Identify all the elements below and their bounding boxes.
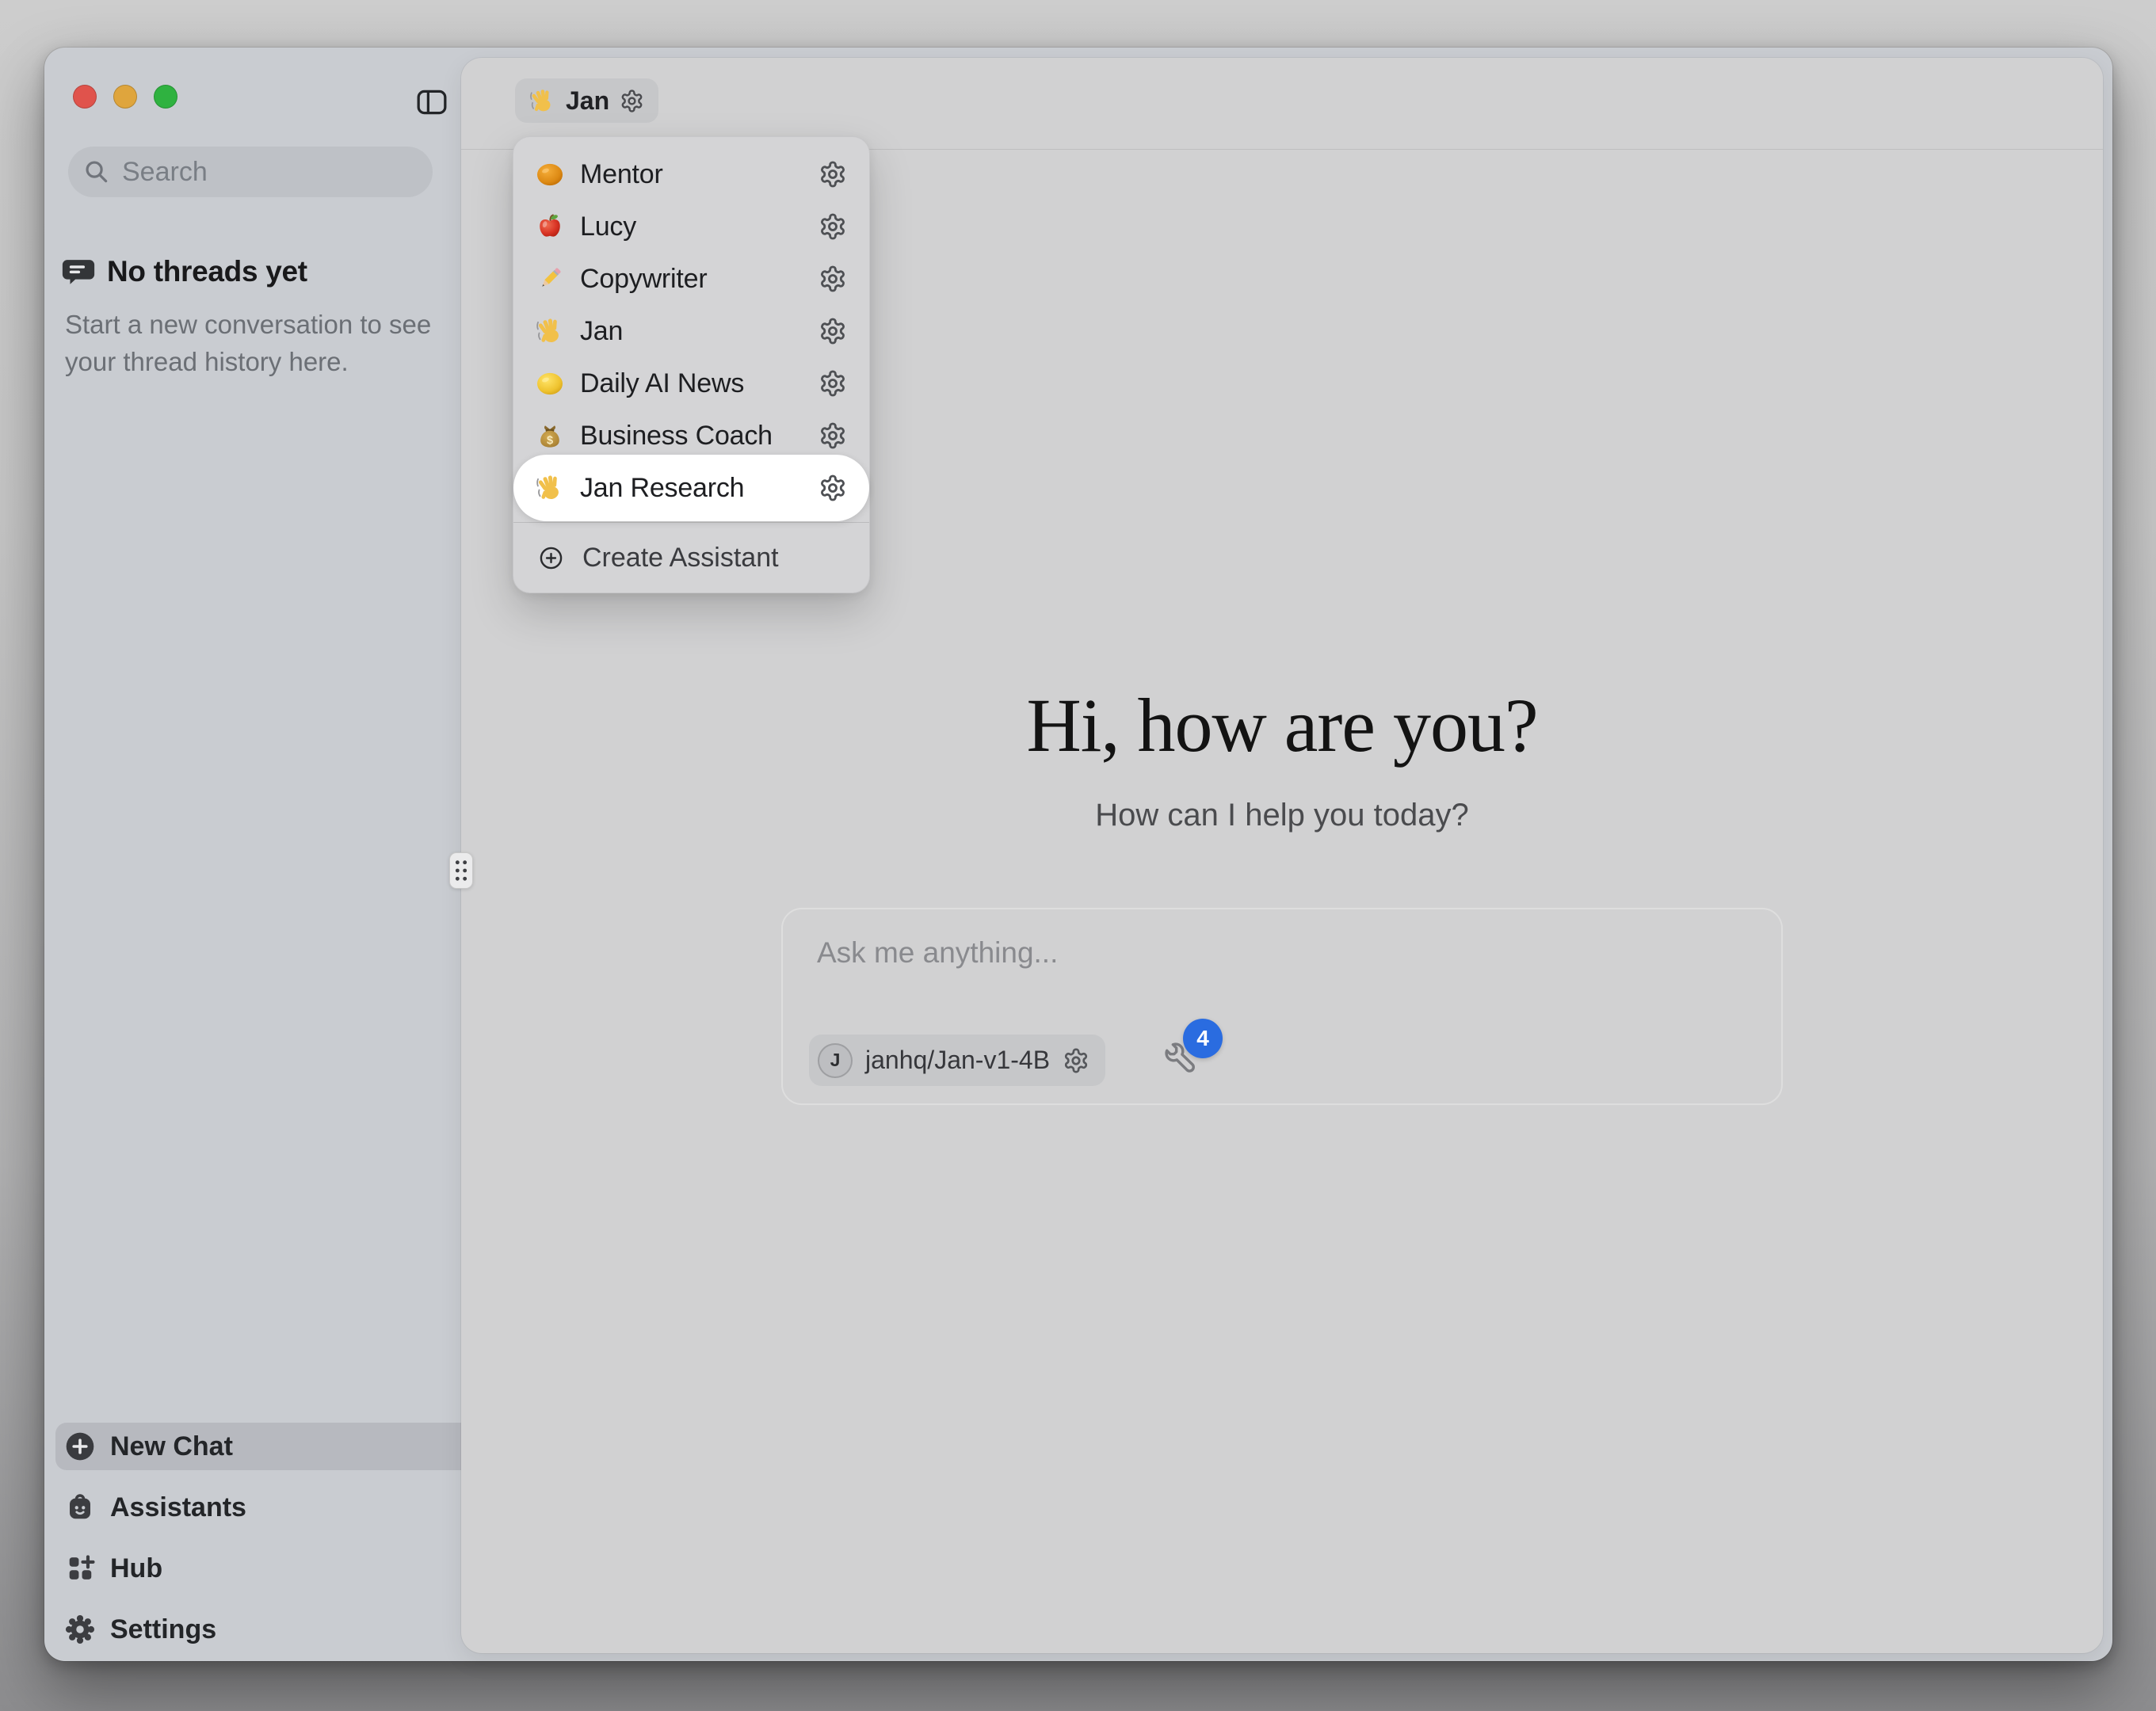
- sidebar-item-label: Assistants: [110, 1492, 246, 1523]
- pencil-icon: [536, 265, 564, 293]
- message-composer[interactable]: J janhq/Jan-v1-4B 4: [781, 908, 1783, 1105]
- gear-icon[interactable]: [819, 160, 847, 189]
- menu-item-label: Daily AI News: [580, 368, 803, 399]
- empty-state: No threads yet Start a new conversation …: [62, 255, 436, 380]
- message-input[interactable]: [815, 935, 1749, 1008]
- tools-count-badge: 4: [1183, 1019, 1223, 1058]
- waving-hand-icon: [536, 317, 564, 345]
- model-name: janhq/Jan-v1-4B: [865, 1046, 1050, 1075]
- search-icon: [84, 159, 109, 185]
- assistant-name: Jan: [566, 86, 609, 116]
- create-assistant-button[interactable]: Create Assistant: [513, 523, 869, 593]
- assistants-dropdown-menu: Mentor Lucy Copywriter Jan: [513, 136, 870, 593]
- main-panel: Jan Mentor Lucy Copywriter: [461, 58, 2103, 1653]
- assistant-settings-gear-icon[interactable]: [620, 89, 644, 113]
- yellow-circle-icon: [536, 369, 564, 398]
- money-bag-icon: [536, 421, 564, 450]
- model-selector-button[interactable]: J janhq/Jan-v1-4B: [809, 1035, 1105, 1086]
- gear-icon[interactable]: [819, 474, 847, 502]
- gear-icon[interactable]: [819, 317, 847, 345]
- assistant-selector-button[interactable]: Jan: [515, 78, 658, 123]
- assistant-menu-item-daily-ai-news[interactable]: Daily AI News: [513, 357, 869, 410]
- settings-gear-icon: [65, 1614, 95, 1644]
- assistant-menu-item-mentor[interactable]: Mentor: [513, 148, 869, 200]
- tools-button[interactable]: 4: [1162, 1019, 1227, 1084]
- plus-circle-icon: [65, 1431, 95, 1461]
- close-button[interactable]: [73, 85, 97, 109]
- menu-item-label: Copywriter: [580, 264, 803, 295]
- desktop-background: No threads yet Start a new conversation …: [0, 0, 2156, 1711]
- sidebar-item-label: New Chat: [110, 1431, 233, 1462]
- assistant-menu-item-jan-research-selected[interactable]: Jan Research: [513, 455, 869, 521]
- menu-item-label: Mentor: [580, 159, 803, 190]
- create-assistant-label: Create Assistant: [582, 543, 779, 574]
- red-apple-icon: [536, 212, 564, 241]
- search-input[interactable]: [120, 156, 425, 189]
- waving-hand-icon: [529, 88, 555, 114]
- menu-item-label: Jan: [580, 316, 803, 347]
- model-avatar: J: [818, 1043, 853, 1078]
- greeting-title: Hi, how are you?: [1026, 688, 1537, 764]
- search-bar[interactable]: [68, 147, 433, 197]
- waving-hand-icon: [536, 474, 564, 502]
- grip-dots-icon: [450, 853, 472, 888]
- hub-grid-icon: [65, 1553, 95, 1583]
- sidebar-item-label: Settings: [110, 1614, 216, 1645]
- plus-circle-outline-icon: [539, 546, 563, 570]
- empty-state-title: No threads yet: [107, 255, 307, 288]
- greeting-subtitle: How can I help you today?: [1095, 797, 1468, 833]
- assistant-menu-item-copywriter[interactable]: Copywriter: [513, 253, 869, 305]
- minimize-button[interactable]: [113, 85, 137, 109]
- app-window: No threads yet Start a new conversation …: [44, 48, 2112, 1661]
- gear-icon[interactable]: [819, 369, 847, 398]
- chat-bubble-icon: [62, 255, 95, 288]
- menu-item-label: Lucy: [580, 211, 803, 242]
- menu-item-label: Business Coach: [580, 421, 803, 452]
- orange-circle-icon: [536, 160, 564, 189]
- window-controls: [73, 85, 177, 109]
- menu-item-label: Jan Research: [580, 473, 803, 504]
- assistants-bot-icon: [65, 1492, 95, 1522]
- assistant-menu-item-jan[interactable]: Jan: [513, 305, 869, 357]
- gear-icon[interactable]: [819, 421, 847, 450]
- empty-state-description: Start a new conversation to see your thr…: [62, 306, 436, 380]
- assistant-menu-item-lucy[interactable]: Lucy: [513, 200, 869, 253]
- gear-icon[interactable]: [819, 265, 847, 293]
- sidebar-resize-handle[interactable]: [449, 852, 473, 889]
- gear-icon[interactable]: [819, 212, 847, 241]
- model-settings-gear-icon[interactable]: [1063, 1047, 1089, 1074]
- sidebar-toggle-icon[interactable]: [417, 89, 447, 116]
- sidebar-item-label: Hub: [110, 1553, 162, 1584]
- zoom-button[interactable]: [154, 85, 177, 109]
